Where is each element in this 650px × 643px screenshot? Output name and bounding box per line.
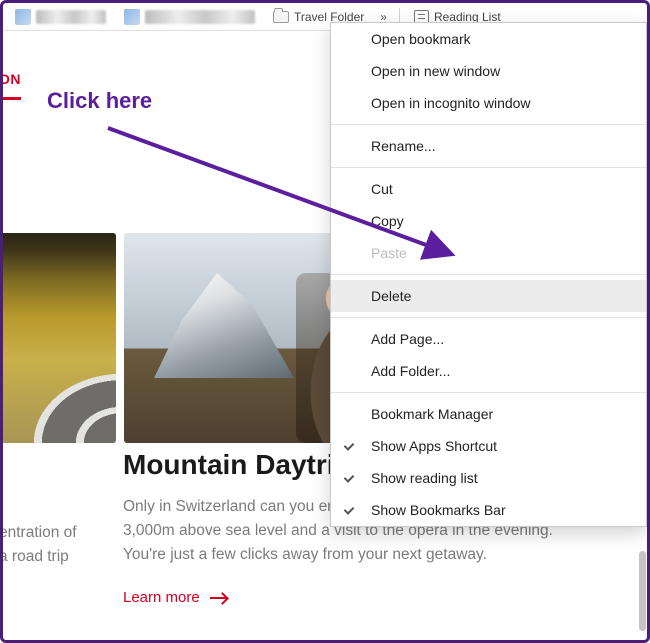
menu-rename[interactable]: Rename... [331,130,646,162]
check-icon [345,437,357,449]
menu-show-reading-list[interactable]: Show reading list [331,462,646,494]
bookmark-label-blurred [145,10,255,24]
menu-add-page[interactable]: Add Page... [331,323,646,355]
menu-open-new-window[interactable]: Open in new window [331,55,646,87]
annotation-label: Click here [47,88,152,114]
learn-more-link[interactable]: Learn more [123,589,226,606]
bookmark-item[interactable] [118,7,261,27]
menu-separator [331,124,646,125]
text-line: entration of [3,521,109,545]
menu-separator [331,392,646,393]
menu-cut[interactable]: Cut [331,173,646,205]
menu-paste: Paste [331,237,646,269]
menu-open-incognito[interactable]: Open in incognito window [331,87,646,119]
menu-label: Show Bookmarks Bar [371,502,506,518]
card-image-road[interactable] [3,233,116,443]
bookmark-label-blurred [36,10,106,24]
menu-label: Show reading list [371,470,478,486]
menu-separator [331,317,646,318]
check-icon [345,469,357,481]
menu-separator [331,274,646,275]
arrow-right-icon [210,597,226,599]
menu-separator [331,167,646,168]
menu-show-apps[interactable]: Show Apps Shortcut [331,430,646,462]
learn-more-label: Learn more [123,589,200,606]
menu-show-bookmarks-bar[interactable]: Show Bookmarks Bar [331,494,646,526]
folder-icon [273,11,289,23]
text-line: a road trip [3,545,109,569]
menu-open-bookmark[interactable]: Open bookmark [331,23,646,55]
check-icon [345,501,357,513]
menu-delete[interactable]: Delete [331,280,646,312]
menu-bookmark-manager[interactable]: Bookmark Manager [331,398,646,430]
favicon-icon [15,9,31,25]
adjacent-card-text-fragment: entration of a road trip [3,521,109,569]
favicon-icon [124,9,140,25]
bookmark-item[interactable] [9,7,112,27]
menu-copy[interactable]: Copy [331,205,646,237]
nav-tab-active[interactable]: ON [3,71,21,100]
bookmark-context-menu: Open bookmark Open in new window Open in… [330,22,647,527]
menu-add-folder[interactable]: Add Folder... [331,355,646,387]
scrollbar-thumb[interactable] [639,551,646,631]
menu-label: Show Apps Shortcut [371,438,497,454]
